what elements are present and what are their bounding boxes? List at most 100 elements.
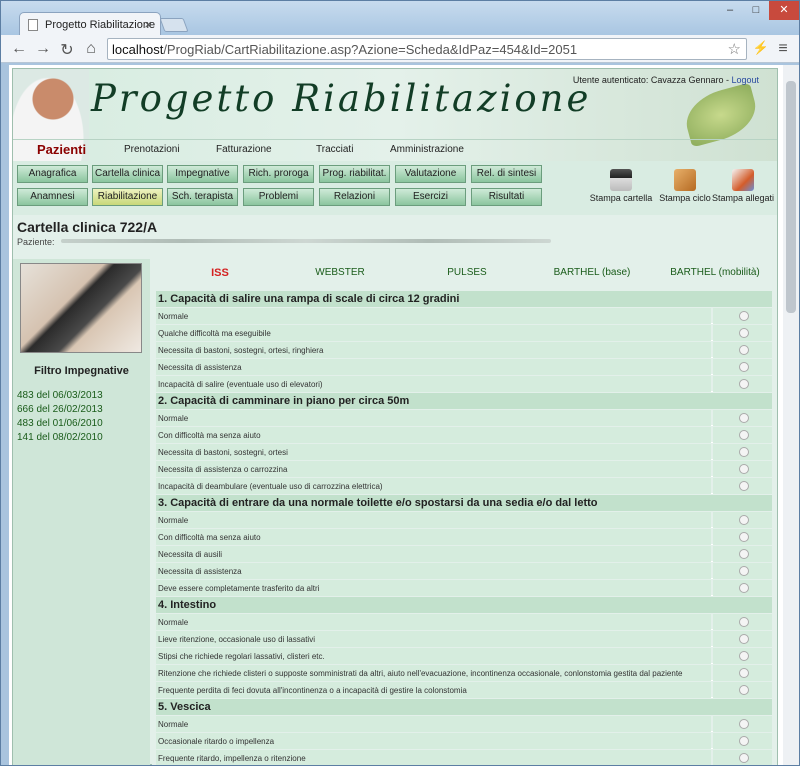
filter-title: Filtro Impegnative xyxy=(34,365,129,377)
section-title: 4. Intestino xyxy=(156,597,772,613)
nav-amministrazione[interactable]: Amministrazione xyxy=(390,144,464,155)
btn-sch-terapista[interactable]: Sch. terapista xyxy=(167,188,238,206)
nav-fatturazione[interactable]: Fatturazione xyxy=(216,144,272,155)
option-label: Frequente ritardo, impellenza o ritenzio… xyxy=(156,750,711,765)
option-radio[interactable] xyxy=(739,345,749,355)
attachment-icon xyxy=(732,169,754,191)
option-radio[interactable] xyxy=(739,583,749,593)
option-radio[interactable] xyxy=(739,719,749,729)
option-radio[interactable] xyxy=(739,464,749,474)
option-label: Necessita di assistenza xyxy=(156,563,711,579)
option-radio[interactable] xyxy=(739,617,749,627)
option-cell xyxy=(713,359,772,375)
minimize-icon[interactable]: – xyxy=(717,1,743,20)
option-cell xyxy=(713,512,772,528)
option-row: Stipsi che richiede regolari lassativi, … xyxy=(156,648,772,664)
btn-esercizi[interactable]: Esercizi xyxy=(395,188,466,206)
home-icon[interactable]: ⌂ xyxy=(81,40,101,58)
logout-link[interactable]: Logout xyxy=(731,75,759,85)
stampa-ciclo-tool[interactable]: Stampa ciclo xyxy=(653,169,717,203)
extension-icon[interactable]: ⚡ xyxy=(751,40,771,56)
option-label: Necessita di assistenza o carrozzina xyxy=(156,461,711,477)
option-row: Con difficoltà ma senza aiuto xyxy=(156,529,772,545)
close-window-icon[interactable]: ✕ xyxy=(769,1,799,20)
web-page: Progetto Riabilitazione Utente autentica… xyxy=(9,65,783,765)
option-radio[interactable] xyxy=(739,549,749,559)
option-radio[interactable] xyxy=(739,566,749,576)
option-radio[interactable] xyxy=(739,651,749,661)
nav-pazienti[interactable]: Pazienti xyxy=(37,142,86,157)
option-row: Necessita di ausili xyxy=(156,546,772,562)
option-label: Con difficoltà ma senza aiuto xyxy=(156,529,711,545)
btn-riabilitazione[interactable]: Riabilitazione xyxy=(92,188,163,206)
option-radio[interactable] xyxy=(739,515,749,525)
btn-problemi[interactable]: Problemi xyxy=(243,188,314,206)
nav-prenotazioni[interactable]: Prenotazioni xyxy=(124,144,180,155)
scale-tab-webster[interactable]: WEBSTER xyxy=(305,267,375,278)
scrollbar-thumb[interactable] xyxy=(786,81,796,313)
option-cell xyxy=(713,444,772,460)
option-radio[interactable] xyxy=(739,379,749,389)
btn-rel-di-sintesi[interactable]: Rel. di sintesi xyxy=(471,165,542,183)
impegnativa-link[interactable]: 483 del 06/03/2013 xyxy=(17,390,103,401)
option-label: Lieve ritenzione, occasionale uso di las… xyxy=(156,631,711,647)
impegnativa-link[interactable]: 666 del 26/02/2013 xyxy=(17,404,103,415)
option-radio[interactable] xyxy=(739,447,749,457)
btn-rich-proroga[interactable]: Rich. proroga xyxy=(243,165,314,183)
btn-cartella-clinica[interactable]: Cartella clinica xyxy=(92,165,163,183)
option-radio[interactable] xyxy=(739,668,749,678)
nav-tracciati[interactable]: Tracciati xyxy=(316,144,353,155)
option-radio[interactable] xyxy=(739,634,749,644)
scale-tab-iss[interactable]: ISS xyxy=(200,267,240,279)
option-cell xyxy=(713,648,772,664)
option-radio[interactable] xyxy=(739,430,749,440)
impegnativa-link[interactable]: 141 del 08/02/2010 xyxy=(17,432,103,443)
option-cell xyxy=(713,614,772,630)
option-radio[interactable] xyxy=(739,413,749,423)
menu-icon[interactable]: ≡ xyxy=(773,40,793,58)
option-row: Occasionale ritardo o impellenza xyxy=(156,733,772,749)
title-bar: Progetto Riabilitazione × – □ ✕ xyxy=(1,1,799,36)
option-radio[interactable] xyxy=(739,328,749,338)
option-radio[interactable] xyxy=(739,685,749,695)
banner: Progetto Riabilitazione Utente autentica… xyxy=(13,69,777,161)
scale-tab-barthel-mobilita[interactable]: BARTHEL (mobilità) xyxy=(656,267,774,278)
stampa-cartella-tool[interactable]: Stampa cartella xyxy=(589,169,653,203)
option-radio[interactable] xyxy=(739,532,749,542)
scale-tab-barthel-base[interactable]: BARTHEL (base) xyxy=(542,267,642,278)
bookmark-star-icon[interactable]: ☆ xyxy=(728,40,741,58)
address-bar[interactable]: localhost/ProgRiab/CartRiabilitazione.as… xyxy=(107,38,747,60)
browser-window: Progetto Riabilitazione × – □ ✕ ← → ↻ ⌂ … xyxy=(0,0,800,766)
option-cell xyxy=(713,308,772,324)
maximize-icon[interactable]: □ xyxy=(743,1,769,20)
reload-icon[interactable]: ↻ xyxy=(57,40,77,60)
btn-relazioni[interactable]: Relazioni xyxy=(319,188,390,206)
btn-anagrafica[interactable]: Anagrafica xyxy=(17,165,88,183)
btn-anamnesi[interactable]: Anamnesi xyxy=(17,188,88,206)
option-row: Normale xyxy=(156,512,772,528)
close-tab-icon[interactable]: × xyxy=(144,17,152,32)
vertical-scrollbar[interactable] xyxy=(783,65,799,765)
option-radio[interactable] xyxy=(739,736,749,746)
impegnativa-link[interactable]: 483 del 01/06/2010 xyxy=(17,418,103,429)
browser-tab[interactable]: Progetto Riabilitazione × xyxy=(19,12,161,36)
btn-valutazione[interactable]: Valutazione xyxy=(395,165,466,183)
patient-label: Paziente: xyxy=(17,237,55,247)
back-icon[interactable]: ← xyxy=(9,40,29,58)
stampa-allegati-tool[interactable]: Stampa allegati xyxy=(711,169,775,203)
new-tab-button[interactable] xyxy=(159,18,189,32)
btn-impegnative[interactable]: Impegnative xyxy=(167,165,238,183)
scale-tab-pulses[interactable]: PULSES xyxy=(432,267,502,278)
option-row: Necessita di bastoni, sostegni, ortesi, … xyxy=(156,342,772,358)
option-label: Occasionale ritardo o impellenza xyxy=(156,733,711,749)
stampa-allegati-label: Stampa allegati xyxy=(711,193,775,203)
option-radio[interactable] xyxy=(739,362,749,372)
user-info: Utente autenticato: Cavazza Gennaro - Lo… xyxy=(573,75,759,85)
forward-icon[interactable]: → xyxy=(33,40,53,58)
btn-risultati[interactable]: Risultati xyxy=(471,188,542,206)
option-radio[interactable] xyxy=(739,311,749,321)
option-radio[interactable] xyxy=(739,481,749,491)
btn-prog-riabilitat[interactable]: Prog. riabilitat. xyxy=(319,165,390,183)
option-label: Deve essere completamente trasferito da … xyxy=(156,580,711,596)
option-radio[interactable] xyxy=(739,753,749,763)
